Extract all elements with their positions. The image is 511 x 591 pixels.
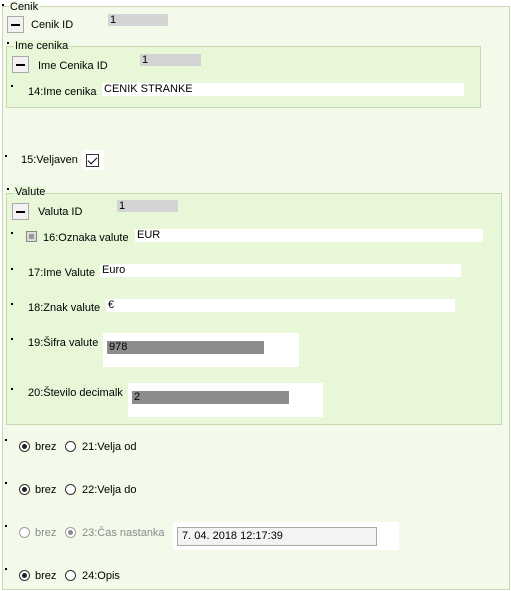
cas-nastanka-input[interactable]: 7. 04. 2018 12:17:39 [177, 527, 377, 546]
collapse-cenik-id-button[interactable] [7, 16, 24, 33]
velja-do-none-radio[interactable] [19, 484, 30, 495]
collapse-valuta-id-button[interactable] [12, 203, 29, 220]
velja-do-label: 22:Velja do [82, 484, 137, 496]
velja-od-value-radio[interactable] [65, 441, 76, 452]
cas-nastanka-label: 23:Čas nastanka [82, 527, 165, 539]
bullet [5, 482, 7, 484]
bullet [11, 303, 13, 305]
velja-od-none-radio[interactable] [19, 441, 30, 452]
cas-nastanka-none-label: brez [35, 527, 57, 539]
ime-valute-label: 17:Ime Valute [28, 267, 96, 279]
velja-do-value-radio[interactable] [65, 484, 76, 495]
opis-value-radio[interactable] [65, 570, 76, 581]
znak-valute-label: 18:Znak valute [28, 302, 101, 314]
sifra-valute-input[interactable]: 978 [107, 341, 264, 354]
cas-nastanka-value-radio[interactable] [65, 527, 76, 538]
ime-cenika-field-label: 14:Ime cenika [28, 86, 97, 98]
bullet [5, 155, 7, 157]
bullet [11, 85, 13, 87]
ime-cenika-input[interactable]: CENIK STRANKE [102, 83, 464, 96]
bullet [11, 268, 13, 270]
opis-none-radio[interactable] [19, 570, 30, 581]
stevilo-decimalk-input[interactable]: 2 [132, 391, 289, 404]
znak-valute-input[interactable]: € [106, 299, 455, 312]
bullet [5, 439, 7, 441]
cenik-id-value: 1 [108, 14, 168, 26]
bullet [7, 188, 9, 190]
valuta-id-label: Valuta ID [38, 206, 83, 218]
valuta-id-value: 1 [117, 200, 178, 212]
cenik-legend: Cenik [9, 1, 40, 13]
oznaka-valute-label: 16:Oznaka valute [43, 232, 129, 244]
ime-cenika-id-label: Ime Cenika ID [38, 60, 108, 72]
ime-cenika-legend: Ime cenika [14, 40, 70, 52]
velja-od-label: 21:Velja od [82, 441, 137, 453]
stevilo-decimalk-label: 20:Število decimalk [28, 387, 123, 399]
ime-cenika-id-value: 1 [140, 54, 201, 66]
bullet [11, 232, 13, 234]
bullet [11, 388, 13, 390]
collapse-ime-cenika-id-button[interactable] [12, 56, 29, 73]
ime-valute-input[interactable]: Euro [100, 264, 461, 277]
lookup-icon[interactable] [26, 231, 37, 242]
bullet [11, 338, 13, 340]
opis-none-label: brez [35, 570, 57, 582]
bullet [5, 525, 7, 527]
valute-legend: Valute [14, 186, 47, 198]
bullet [5, 568, 7, 570]
velja-do-none-label: brez [35, 484, 57, 496]
cenik-id-label: Cenik ID [31, 19, 74, 31]
velja-od-none-label: brez [35, 441, 57, 453]
veljaven-checkbox[interactable] [86, 154, 99, 167]
opis-label: 24:Opis [82, 570, 120, 582]
bullet [7, 42, 9, 44]
sifra-valute-label: 19:Šifra valute [28, 337, 99, 349]
veljaven-label: 15:Veljaven [21, 154, 78, 166]
cas-nastanka-none-radio[interactable] [19, 527, 30, 538]
oznaka-valute-input[interactable]: EUR [135, 229, 483, 242]
